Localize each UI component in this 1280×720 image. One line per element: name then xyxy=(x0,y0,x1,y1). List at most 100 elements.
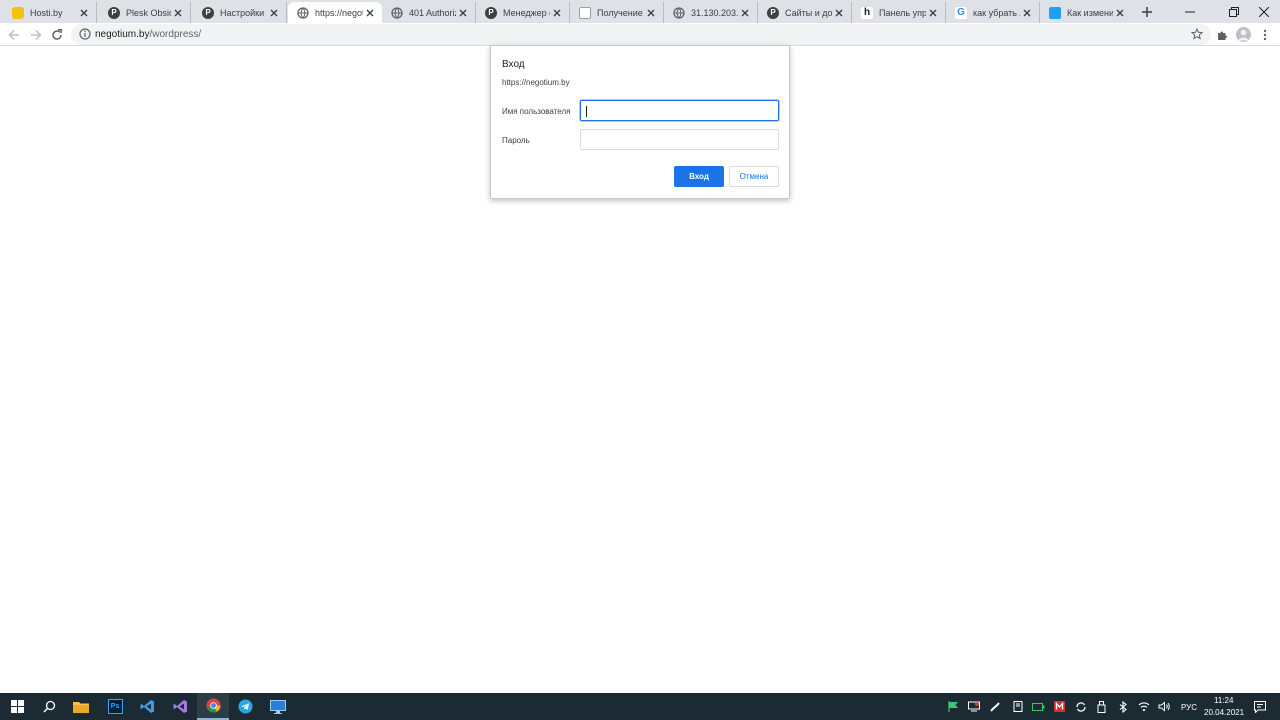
app-tray-icon[interactable] xyxy=(1010,699,1025,714)
language-indicator[interactable]: РУС xyxy=(1181,703,1197,712)
login-button[interactable]: Вход xyxy=(674,166,724,187)
steelseries-tray-icon[interactable] xyxy=(987,699,1002,714)
back-button[interactable] xyxy=(5,26,23,44)
tab-how-to-change[interactable]: Как изменить xyxy=(1040,2,1132,23)
usb-tray-icon[interactable] xyxy=(1094,699,1109,714)
site-favicon xyxy=(579,6,591,19)
remote-desktop-icon xyxy=(270,699,286,714)
file-explorer-button[interactable] xyxy=(65,693,97,720)
tab-file-manager[interactable]: P Менеджер фа xyxy=(476,2,570,23)
restore-button[interactable] xyxy=(1219,0,1249,23)
globe-icon xyxy=(673,6,685,19)
clock-time[interactable]: 11:24 xyxy=(1214,696,1233,705)
tab-host-settings[interactable]: P Настройки хо xyxy=(193,2,287,23)
tab-ip-address[interactable]: 31.130.203.13 xyxy=(664,2,758,23)
search-button[interactable] xyxy=(33,693,65,720)
tab-plesk[interactable]: P Plesk Obsidian xyxy=(99,2,191,23)
tab-hosti[interactable]: Hosti.by xyxy=(3,2,97,23)
close-tab-icon[interactable] xyxy=(926,6,940,20)
extensions-button[interactable] xyxy=(1213,26,1231,44)
display-tray-icon[interactable] xyxy=(966,699,981,714)
wifi-tray-icon[interactable] xyxy=(1136,699,1151,714)
clock-date[interactable]: 20.04.2021 xyxy=(1204,708,1244,717)
close-tab-icon[interactable] xyxy=(644,6,658,20)
plesk-favicon: P xyxy=(108,6,120,19)
notifications-button[interactable] xyxy=(1252,699,1267,714)
vscode-icon xyxy=(140,700,154,713)
tab-title: Как изменить xyxy=(1067,7,1113,18)
tab-strip: Hosti.by P Plesk Obsidian P Настройки хо… xyxy=(0,0,1280,23)
chrome-menu-button[interactable] xyxy=(1256,26,1274,44)
minimize-button[interactable] xyxy=(1175,0,1205,23)
tab-control-panel[interactable]: h Панель управ xyxy=(852,2,946,23)
notification-center-icon xyxy=(1253,700,1266,713)
close-tab-icon[interactable] xyxy=(550,6,564,20)
site-favicon xyxy=(1049,6,1061,19)
reload-icon xyxy=(52,29,62,40)
browser-toolbar: negotium.by/wordpress/ xyxy=(0,23,1280,46)
cancel-button[interactable]: Отмена xyxy=(729,166,779,187)
reload-button[interactable] xyxy=(48,26,66,44)
http-auth-dialog: Вход https://negotium.by Имя пользовател… xyxy=(490,45,790,199)
profile-avatar-icon[interactable] xyxy=(1236,27,1251,42)
forward-button[interactable] xyxy=(27,26,45,44)
telegram-icon xyxy=(238,699,252,714)
tab-negotium-active[interactable]: https://negoti xyxy=(288,2,382,23)
chrome-button[interactable] xyxy=(197,693,229,720)
battery-tray-icon[interactable] xyxy=(1031,699,1046,714)
close-tab-icon[interactable] xyxy=(77,6,91,20)
close-tab-icon[interactable] xyxy=(171,6,185,20)
visual-studio-button[interactable] xyxy=(164,693,196,720)
close-tab-icon[interactable] xyxy=(456,6,470,20)
hosti-favicon xyxy=(12,6,24,19)
plesk-favicon: P xyxy=(485,6,497,19)
plus-icon xyxy=(1142,7,1152,17)
file-explorer-icon xyxy=(73,702,89,713)
remote-desktop-button[interactable] xyxy=(262,693,294,720)
close-tab-icon[interactable] xyxy=(267,6,281,20)
close-tab-icon[interactable] xyxy=(738,6,752,20)
tab-401[interactable]: 401 Authoriz xyxy=(382,2,476,23)
bluetooth-tray-icon[interactable] xyxy=(1115,699,1130,714)
search-icon xyxy=(42,700,55,713)
tab-title: Настройки хо xyxy=(220,7,267,18)
url-text[interactable]: negotium.by/wordpress/ xyxy=(95,29,201,40)
puzzle-icon xyxy=(1218,31,1227,40)
start-icon xyxy=(10,700,24,713)
flag-tray-icon[interactable] xyxy=(946,699,961,714)
close-tab-icon[interactable] xyxy=(363,6,377,20)
vscode-button[interactable] xyxy=(131,693,163,720)
info-icon[interactable] xyxy=(79,28,91,43)
plesk-favicon: P xyxy=(767,6,779,19)
start-button[interactable] xyxy=(1,693,33,720)
photoshop-button[interactable]: Ps xyxy=(99,693,131,720)
windows-taskbar: Ps РУС 11:24 20.04.2021 xyxy=(0,693,1280,720)
close-window-button[interactable] xyxy=(1249,0,1279,23)
username-input[interactable] xyxy=(580,100,779,121)
password-input[interactable] xyxy=(580,129,779,150)
text-caret xyxy=(586,106,587,117)
tab-google-search[interactable]: G как убрать /w xyxy=(946,2,1040,23)
url-domain: negotium.by xyxy=(95,29,150,40)
sync-tray-icon[interactable] xyxy=(1073,699,1088,714)
hosting-favicon: h xyxy=(861,6,873,19)
bookmark-star-icon[interactable] xyxy=(1190,27,1204,43)
close-tab-icon[interactable] xyxy=(1113,6,1127,20)
telegram-button[interactable] xyxy=(229,693,261,720)
photoshop-icon: Ps xyxy=(107,699,123,714)
address-bar[interactable]: negotium.by/wordpress/ xyxy=(71,24,1211,45)
volume-tray-icon[interactable] xyxy=(1157,699,1172,714)
tab-title: Сайты и доме xyxy=(785,7,832,18)
tab-sites-domains[interactable]: P Сайты и доме xyxy=(758,2,852,23)
url-path: /wordpress/ xyxy=(149,29,202,40)
visual-studio-icon xyxy=(173,700,187,713)
dialog-title: Вход xyxy=(502,59,525,70)
antivirus-tray-icon[interactable] xyxy=(1052,699,1067,714)
tab-title: 401 Authoriz xyxy=(409,7,456,18)
close-tab-icon[interactable] xyxy=(1020,6,1034,20)
tab-title: https://negoti xyxy=(315,7,363,18)
tab-get-free[interactable]: Получение бе xyxy=(570,2,664,23)
new-tab-button[interactable] xyxy=(1138,3,1156,21)
tab-title: 31.130.203.13 xyxy=(691,7,738,18)
close-tab-icon[interactable] xyxy=(832,6,846,20)
